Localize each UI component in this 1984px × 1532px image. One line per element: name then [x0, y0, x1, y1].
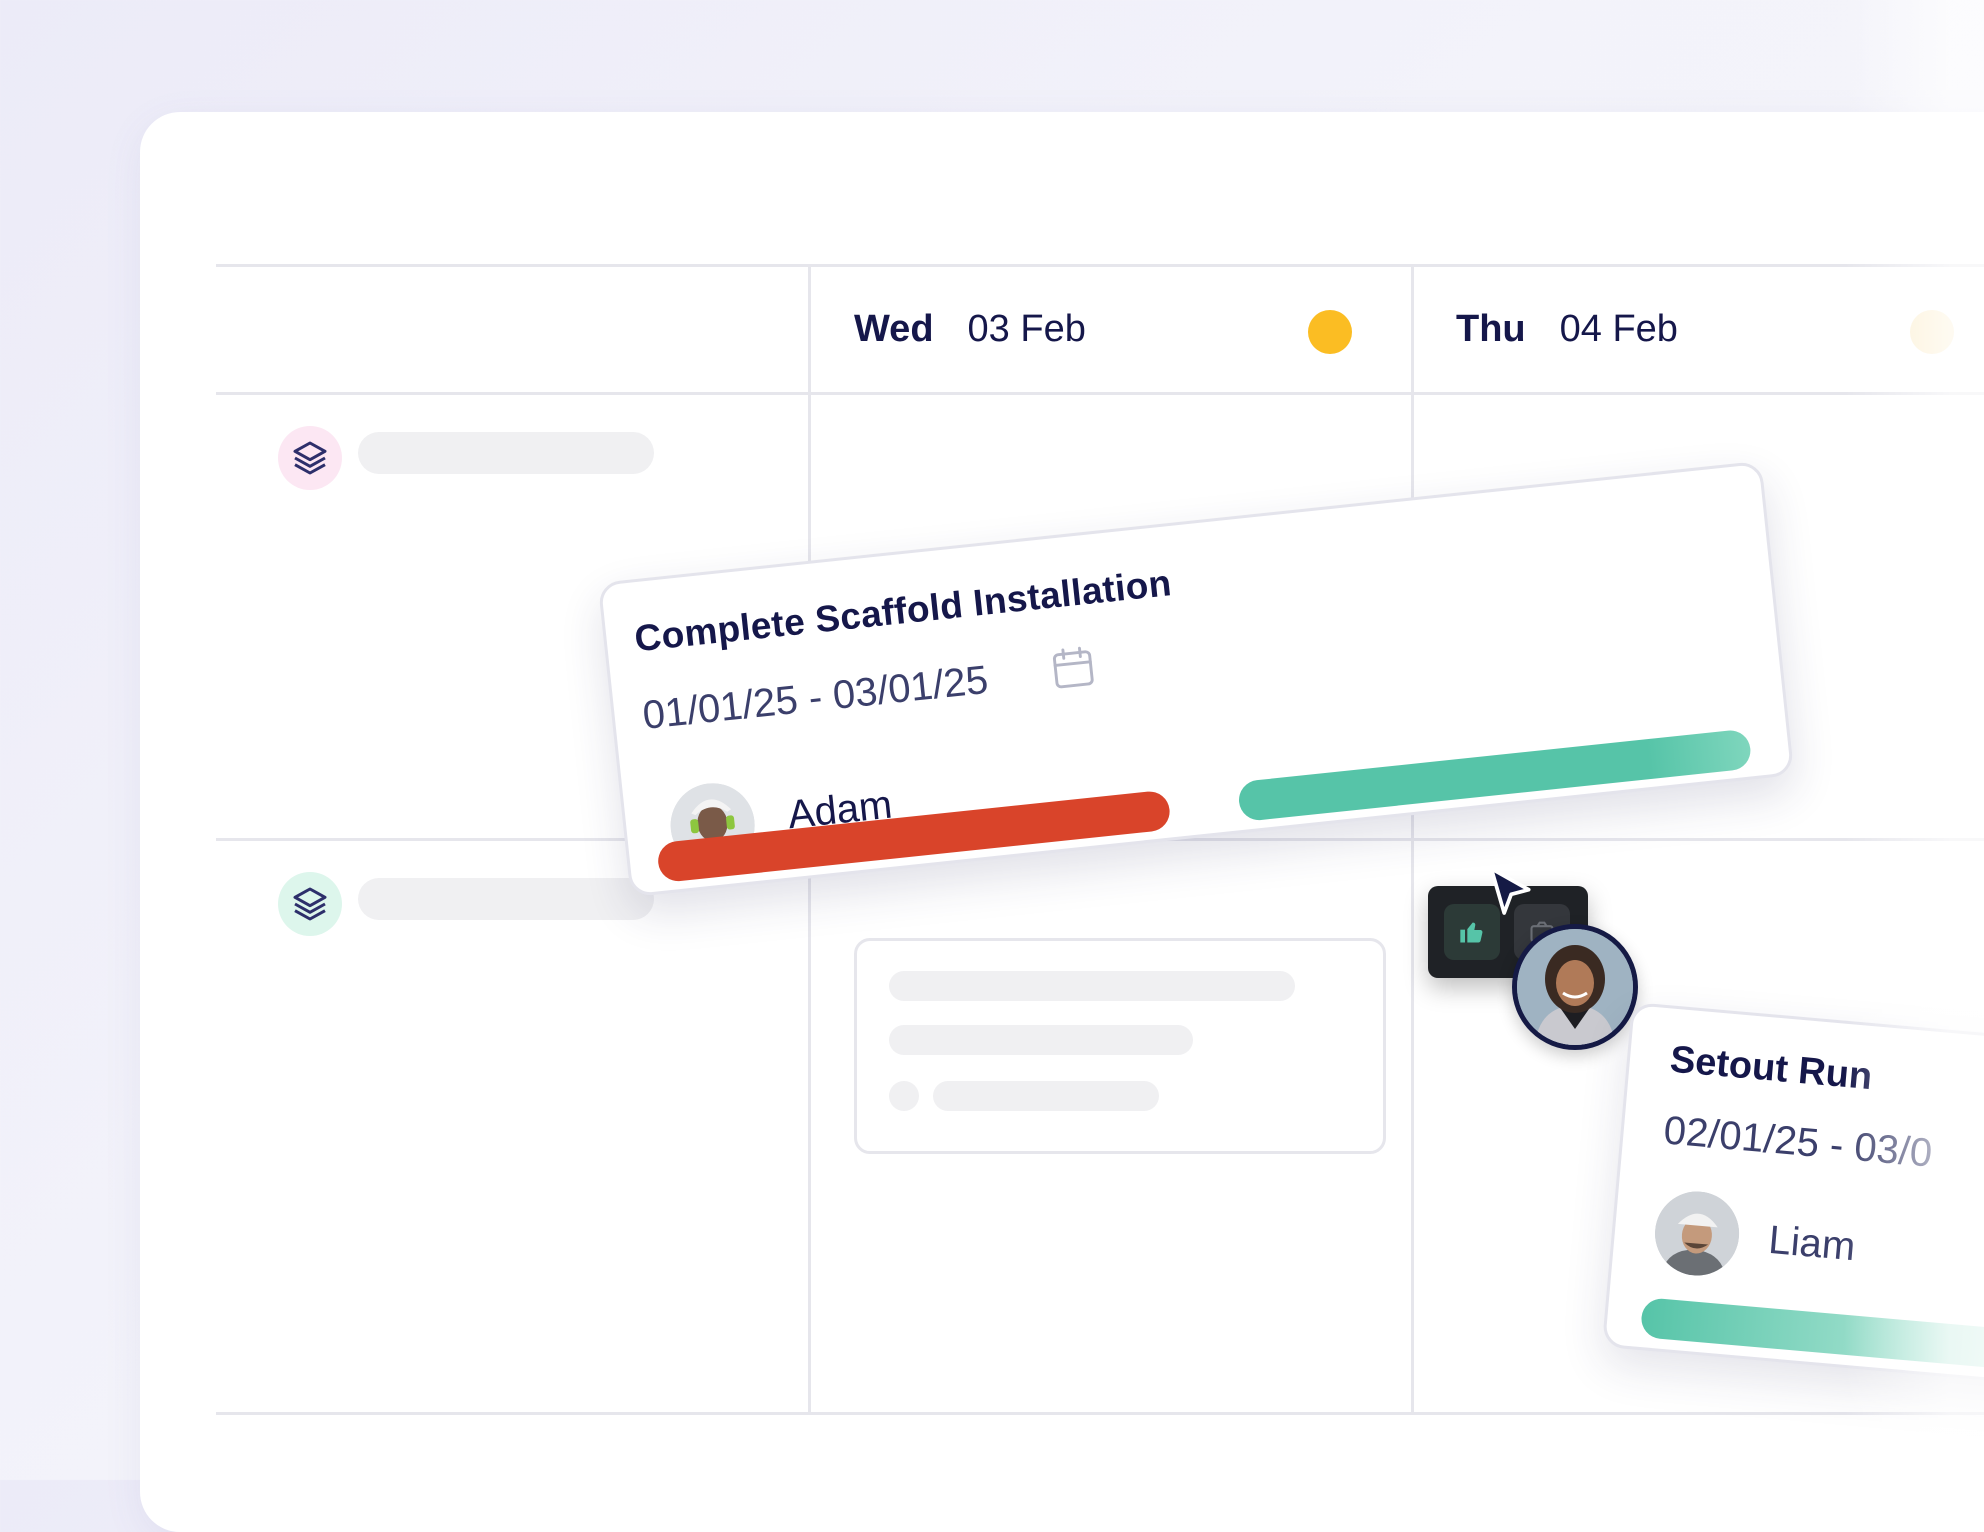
weather-sun-icon	[1910, 310, 1954, 354]
placeholder-dot	[889, 1081, 919, 1111]
layers-icon	[293, 441, 327, 475]
task-card-setout-run[interactable]: Setout Run 02/01/25 - 03/0 Liam	[1601, 1002, 1984, 1388]
task-dates: 02/01/25 - 03/0	[1662, 1108, 1934, 1176]
placeholder-line	[889, 971, 1295, 1001]
day-name: Wed	[854, 308, 934, 350]
calendar-icon[interactable]	[1046, 640, 1101, 695]
day-header-wed[interactable]: Wed 03 Feb	[854, 308, 1086, 351]
day-date: 04 Feb	[1559, 308, 1678, 350]
header-top-divider	[216, 264, 1984, 267]
assignee-avatar	[1651, 1188, 1743, 1280]
placeholder-line	[889, 1025, 1193, 1055]
row-layers-badge[interactable]	[278, 872, 342, 936]
day-header-thu[interactable]: Thu 04 Feb	[1456, 308, 1678, 351]
task-dates: 01/01/25 - 03/01/25	[640, 657, 991, 738]
column-divider-thu	[1411, 264, 1414, 1414]
reviewer-avatar[interactable]	[1512, 924, 1638, 1050]
header-bottom-divider	[216, 392, 1984, 395]
row-layers-badge[interactable]	[278, 426, 342, 490]
cursor-arrow-icon	[1489, 866, 1531, 915]
weather-sun-icon	[1308, 310, 1352, 354]
row-title-placeholder	[358, 878, 654, 920]
layers-icon	[293, 887, 327, 921]
row-title-placeholder	[358, 432, 654, 474]
assignee-name: Liam	[1766, 1217, 1858, 1270]
grid-bottom-divider	[216, 1412, 1984, 1415]
day-name: Thu	[1456, 308, 1526, 350]
placeholder-task-card	[854, 938, 1386, 1154]
reviewer-photo	[1517, 929, 1633, 1045]
worker-photo	[1651, 1188, 1743, 1280]
thumbs-up-icon	[1460, 922, 1483, 943]
day-date: 03 Feb	[967, 308, 1086, 350]
placeholder-line	[933, 1081, 1159, 1111]
task-title: Setout Run	[1668, 1038, 1874, 1099]
